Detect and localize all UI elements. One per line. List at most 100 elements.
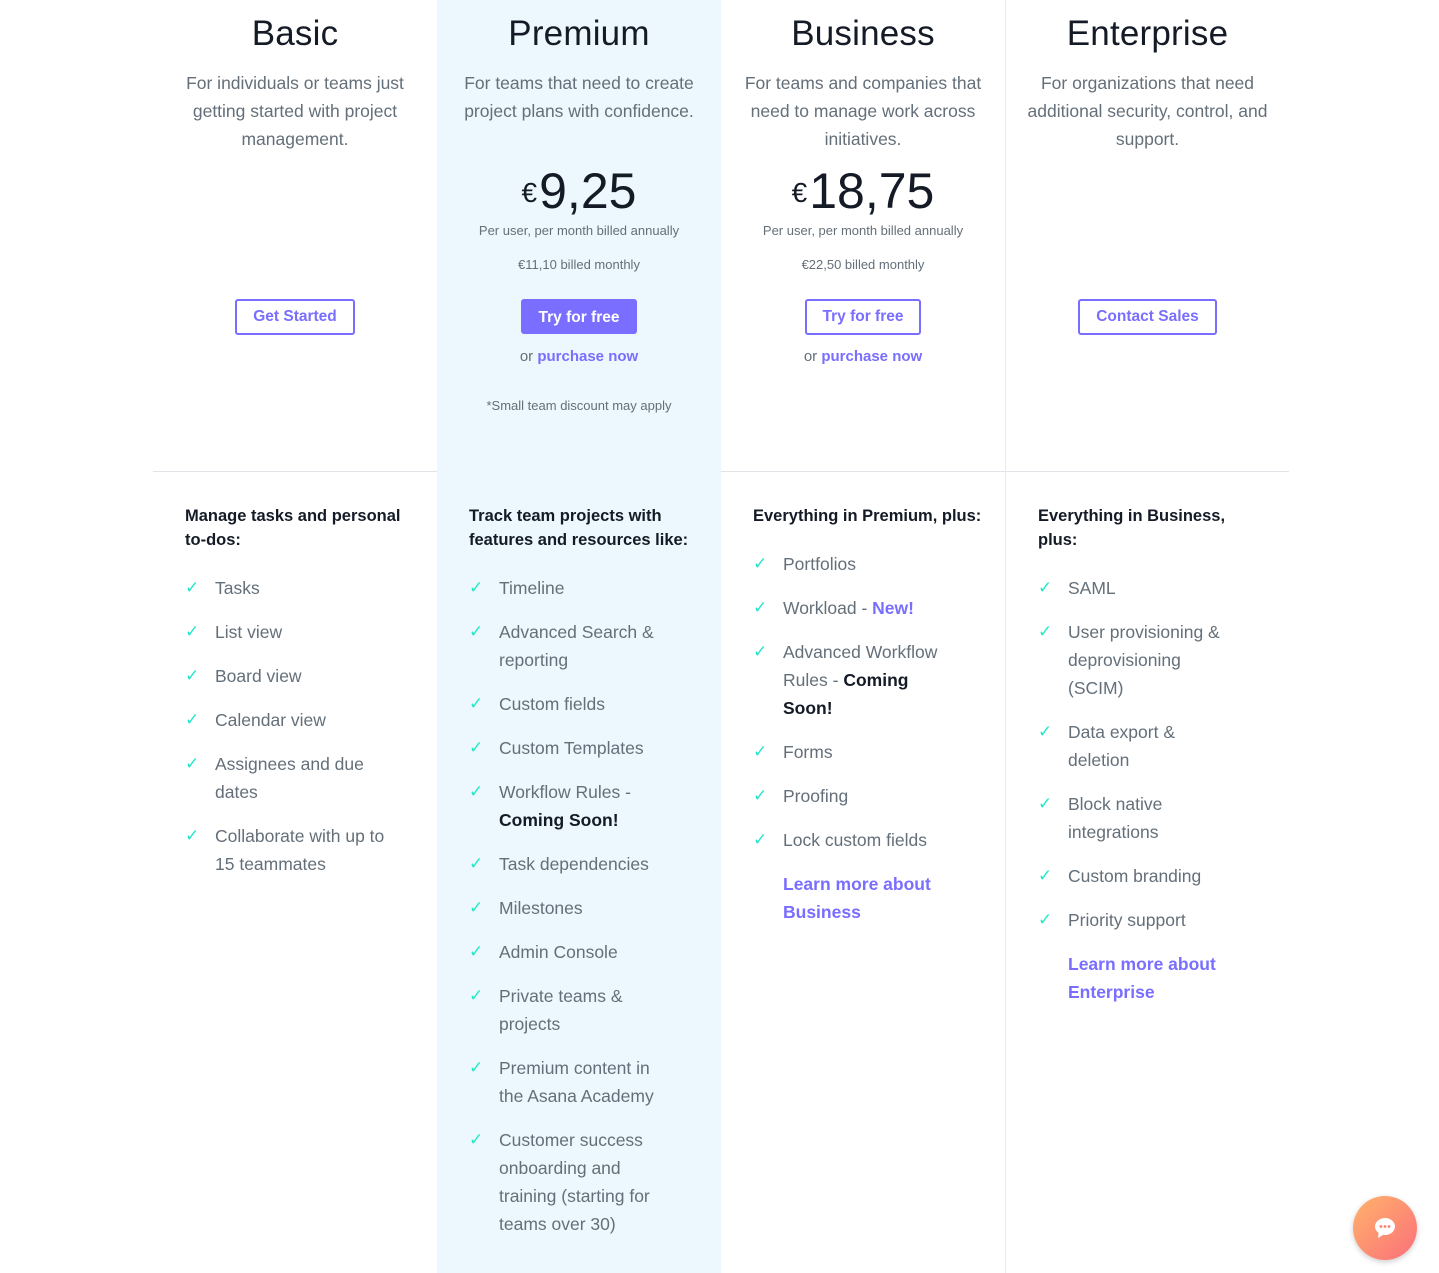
feature-item: Learn more about Enterprise	[1038, 950, 1238, 1006]
plan-name: Premium	[508, 14, 650, 53]
check-icon: ✓	[469, 986, 484, 1005]
feature-item: ✓ Custom branding	[1038, 862, 1238, 890]
check-icon: ✓	[185, 666, 200, 685]
feature-item: ✓ Portfolios	[753, 550, 953, 578]
plan-business-header: Business For teams and companies that ne…	[721, 0, 1005, 471]
check-icon: ✓	[185, 710, 200, 729]
check-icon: ✓	[469, 1058, 484, 1077]
price: €9,25	[521, 163, 637, 219]
feature-item: ✓ Milestones	[469, 894, 669, 922]
purchase-now-link[interactable]: purchase now	[537, 348, 638, 365]
check-icon: ✓	[753, 642, 768, 661]
check-icon: ✓	[185, 622, 200, 641]
contact-sales-button[interactable]: Contact Sales	[1078, 299, 1217, 335]
check-icon: ✓	[1038, 578, 1053, 597]
features-title: Manage tasks and personal to-dos:	[185, 507, 401, 549]
billed-annually: Per user, per month billed annually	[478, 223, 680, 238]
plan-features: Track team projects with features and re…	[437, 471, 721, 1238]
check-icon: ✓	[753, 830, 768, 849]
chat-bubble-icon	[1375, 1218, 1395, 1238]
check-icon: ✓	[469, 942, 484, 961]
check-icon: ✓	[469, 782, 484, 801]
feature-item: ✓ List view	[185, 618, 385, 646]
feature-item: ✓ Block native integrations	[1038, 790, 1238, 846]
try-for-free-button[interactable]: Try for free	[520, 299, 638, 334]
check-icon: ✓	[469, 738, 484, 757]
feature-item: ✓ Advanced Workflow Rules - Coming Soon!	[753, 638, 953, 722]
check-icon: ✓	[469, 1130, 484, 1149]
check-icon: ✓	[185, 754, 200, 773]
feature-item: ✓ Collaborate with up to 15 teammates	[185, 822, 385, 878]
check-icon: ✓	[1038, 910, 1053, 929]
feature-item: ✓ Premium content in the Asana Academy	[469, 1054, 669, 1110]
feature-item: ✓ Priority support	[1038, 906, 1238, 934]
plan-premium-header: Premium For teams that need to create pr…	[437, 0, 721, 471]
plan-features: Everything in Premium, plus: ✓ Portfolios…	[721, 471, 1005, 926]
feature-item: ✓ Admin Console	[469, 938, 669, 966]
check-icon: ✓	[1038, 722, 1053, 741]
plan-premium: Premium For teams that need to create pr…	[437, 0, 721, 1273]
purchase-now-link[interactable]: purchase now	[821, 348, 922, 365]
feature-item: ✓ Forms	[753, 738, 953, 766]
billed-annually: Per user, per month billed annually	[762, 223, 964, 238]
try-for-free-button[interactable]: Try for free	[804, 299, 922, 335]
plan-name: Business	[791, 14, 935, 53]
check-icon: ✓	[1038, 794, 1053, 813]
learn-more-enterprise-link[interactable]: Learn more about Enterprise	[1068, 954, 1216, 1002]
check-icon: ✓	[753, 742, 768, 761]
check-icon: ✓	[185, 578, 200, 597]
plan-features: Everything in Business, plus: ✓ SAML ✓ Use…	[1006, 471, 1289, 1006]
price-block: €18,75 Per user, per month billed annual…	[721, 163, 1005, 273]
feature-item: ✓ Proofing	[753, 782, 953, 810]
billed-monthly: €11,10 billed monthly	[518, 257, 640, 272]
features-title: Track team projects with features and re…	[469, 507, 689, 549]
feature-item: ✓ User provisioning & deprovisioning (SCI…	[1038, 618, 1238, 702]
check-icon: ✓	[469, 578, 484, 597]
plan-features: Manage tasks and personal to-dos: ✓ Tasks…	[153, 471, 437, 878]
get-started-button[interactable]: Get Started	[235, 299, 355, 335]
check-icon: ✓	[753, 554, 768, 573]
check-icon: ✓	[1038, 866, 1053, 885]
plan-description: For teams and companies that need to man…	[744, 73, 982, 149]
feature-item: ✓ Assignees and due dates	[185, 750, 385, 806]
feature-item: ✓ Data export & deletion	[1038, 718, 1238, 774]
feature-item: ✓ Workload - New!	[753, 594, 953, 622]
new-badge: New!	[872, 598, 914, 618]
chat-button[interactable]	[1353, 1196, 1417, 1260]
feature-item: ✓ Custom fields	[469, 690, 669, 718]
plan-name: Enterprise	[1066, 14, 1229, 53]
discount-note: *Small team discount may apply	[486, 398, 672, 413]
plan-description: For teams that need to create project pl…	[464, 73, 694, 121]
plan-enterprise-header: Enterprise For organizations that need a…	[1006, 0, 1289, 471]
check-icon: ✓	[753, 598, 768, 617]
feature-item: ✓ Board view	[185, 662, 385, 690]
plan-description: For organizations that need additional s…	[1027, 73, 1268, 149]
features-title: Everything in Business, plus:	[1038, 507, 1226, 549]
pricing-plans: Basic For individuals or teams just gett…	[153, 0, 1289, 1273]
price: €18,75	[791, 163, 935, 219]
feature-item: ✓ Advanced Search & reporting	[469, 618, 669, 674]
check-icon: ✓	[469, 854, 484, 873]
plan-basic-header: Basic For individuals or teams just gett…	[153, 0, 437, 471]
check-icon: ✓	[185, 826, 200, 845]
feature-item: ✓ Private teams & projects	[469, 982, 669, 1038]
check-icon: ✓	[469, 622, 484, 641]
feature-item: ✓ Workflow Rules - Coming Soon!	[469, 778, 669, 834]
feature-item: ✓ Customer success onboarding and trainin…	[469, 1126, 669, 1238]
or-purchase: or purchase now	[519, 348, 639, 365]
feature-item: ✓ Calendar view	[185, 706, 385, 734]
features-title: Everything in Premium, plus:	[753, 507, 982, 525]
feature-item: ✓ Timeline	[469, 574, 669, 602]
learn-more-business-link[interactable]: Learn more about Business	[783, 874, 931, 922]
check-icon: ✓	[469, 898, 484, 917]
feature-item: Learn more about Business	[753, 870, 953, 926]
plan-name: Basic	[251, 14, 339, 53]
feature-item: ✓ Tasks	[185, 574, 385, 602]
plan-business: Business For teams and companies that ne…	[721, 0, 1005, 1273]
or-purchase: or purchase now	[803, 348, 923, 365]
feature-item: ✓ Lock custom fields	[753, 826, 953, 854]
feature-item: ✓ Task dependencies	[469, 850, 669, 878]
check-icon: ✓	[469, 694, 484, 713]
billed-monthly: €22,50 billed monthly	[801, 257, 925, 272]
check-icon: ✓	[753, 786, 768, 805]
